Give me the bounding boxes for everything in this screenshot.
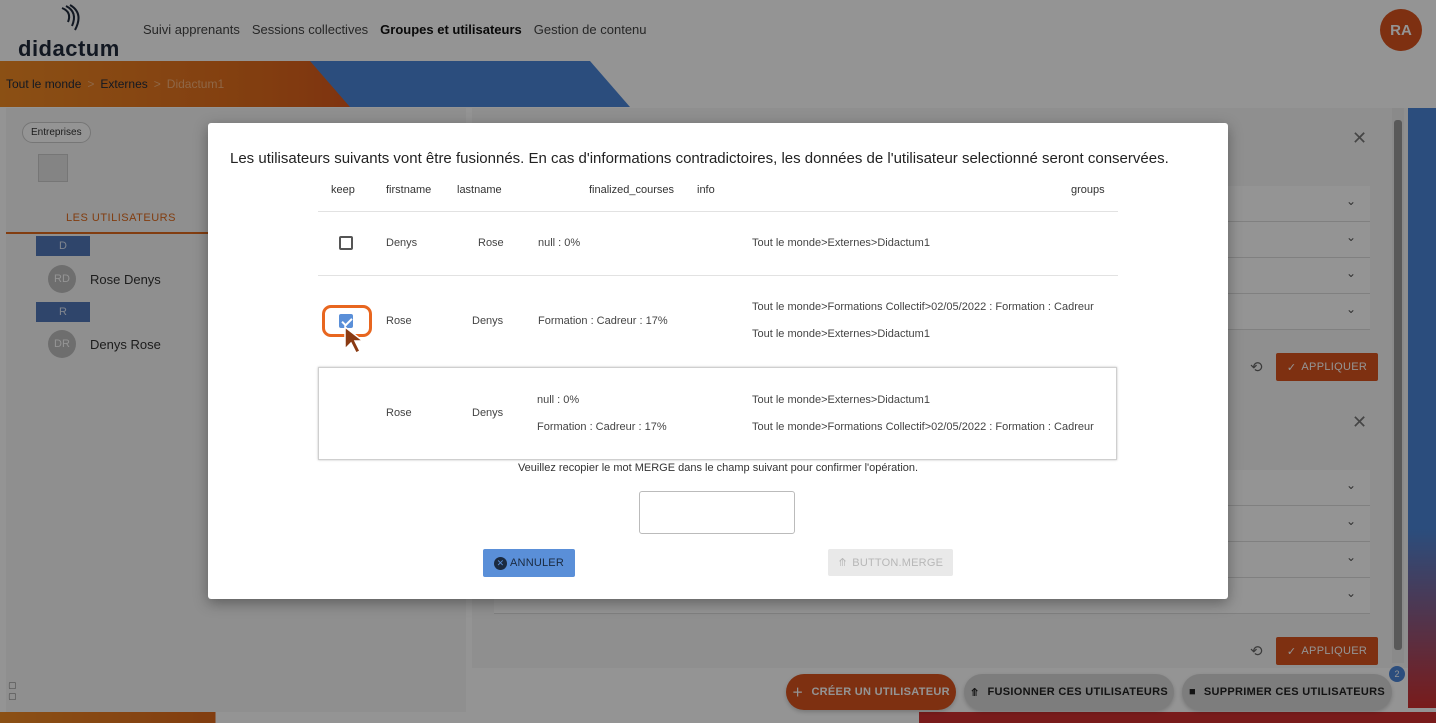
dialog-title: Les utilisateurs suivants vont être fusi… <box>230 150 1169 167</box>
keep-checkbox[interactable] <box>339 236 353 250</box>
column-header-lastname: lastname <box>457 184 502 196</box>
merge-confirm-input[interactable] <box>639 491 795 534</box>
cell-lastname: Rose <box>478 237 504 249</box>
column-header-groups: groups <box>1071 184 1105 196</box>
result-course: Formation : Cadreur : 17% <box>537 421 667 433</box>
merge-result-preview: Rose Denys null : 0% Formation : Cadreur… <box>318 367 1117 460</box>
row-divider <box>318 275 1118 276</box>
confirm-instruction: Veuillez recopier le mot MERGE dans le c… <box>517 462 919 474</box>
cell-lastname: Denys <box>472 315 504 327</box>
cancel-circle-icon: ✕ <box>494 556 508 570</box>
column-header-firstname: firstname <box>386 184 432 196</box>
result-firstname: Rose <box>386 407 412 419</box>
cell-courses: null : 0% <box>538 237 581 249</box>
cell-group: Tout le monde>Externes>Didactum1 <box>752 328 930 340</box>
cell-group: Tout le monde>Externes>Didactum1 <box>752 237 930 249</box>
result-course: null : 0% <box>537 394 580 406</box>
cell-group: Tout le monde>Formations Collectif>02/05… <box>752 301 1094 313</box>
merge-users-dialog: Les utilisateurs suivants vont être fusi… <box>208 123 1228 599</box>
result-lastname: Denys <box>472 407 504 419</box>
cancel-button[interactable]: ✕ ANNULER <box>483 549 575 577</box>
mouse-cursor-icon <box>344 325 365 355</box>
cell-firstname: Rose <box>386 315 412 327</box>
header-divider <box>318 211 1118 212</box>
column-header-finalized-courses: finalized_courses <box>589 184 674 196</box>
cell-firstname: Denys <box>386 237 418 249</box>
column-header-keep: keep <box>331 184 355 196</box>
column-header-info: info <box>697 184 715 196</box>
cell-courses: Formation : Cadreur : 17% <box>538 315 668 327</box>
merge-button[interactable]: ⤊ BUTTON.MERGE <box>828 549 953 576</box>
merge-icon: ⤊ <box>837 557 848 569</box>
result-group: Tout le monde>Formations Collectif>02/05… <box>752 421 1094 433</box>
result-group: Tout le monde>Externes>Didactum1 <box>752 394 930 406</box>
